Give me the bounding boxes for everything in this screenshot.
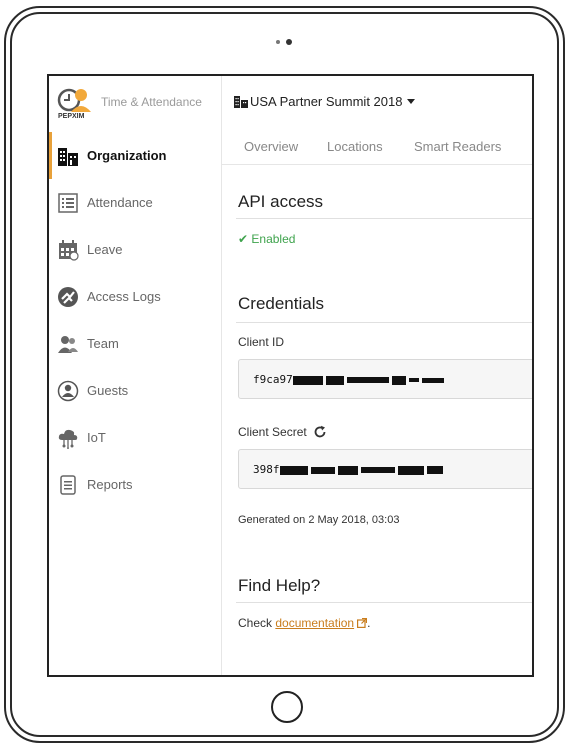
client-id-value: f9ca97 xyxy=(253,373,447,386)
external-link-icon[interactable] xyxy=(357,618,368,628)
client-secret-label: Client Secret xyxy=(238,425,307,439)
help-prefix: Check xyxy=(238,616,276,630)
sidebar-item-leave[interactable]: Leave xyxy=(49,226,221,273)
help-text: Check documentation. xyxy=(238,616,370,630)
calendar-icon xyxy=(57,239,79,261)
sidebar-item-organization[interactable]: Organization xyxy=(49,132,221,179)
brand[interactable]: PEPXIM Time & Attendance xyxy=(57,86,217,124)
tab-overview[interactable]: Overview xyxy=(244,139,298,154)
sidebar-item-attendance[interactable]: Attendance xyxy=(49,179,221,226)
building-icon xyxy=(57,145,79,167)
sidebar-item-reports[interactable]: Reports xyxy=(49,461,221,508)
list-icon xyxy=(57,192,79,214)
sidebar-nav: Organization Attendance Leave Access Log… xyxy=(49,132,221,508)
caret-down-icon xyxy=(407,98,416,104)
sidebar-item-access-logs[interactable]: Access Logs xyxy=(49,273,221,320)
sidebar-item-label: Team xyxy=(87,336,119,351)
app-title: Time & Attendance xyxy=(101,95,202,109)
event-selector[interactable]: USA Partner Summit 2018 xyxy=(234,94,416,109)
document-icon xyxy=(57,474,79,496)
tab-smart-readers[interactable]: Smart Readers xyxy=(414,139,501,154)
building-icon xyxy=(234,96,248,108)
sidebar-item-label: IoT xyxy=(87,430,106,445)
brand-name: PEPXIM xyxy=(58,113,85,120)
sidebar-item-guests[interactable]: Guests xyxy=(49,367,221,414)
credentials-title: Credentials xyxy=(238,294,324,313)
api-status: ✔ Enabled xyxy=(238,232,296,246)
client-secret-field[interactable]: 398f xyxy=(238,449,532,489)
refresh-icon[interactable] xyxy=(313,425,327,439)
sidebar-item-label: Leave xyxy=(87,242,123,257)
access-icon xyxy=(57,286,79,308)
sidebar-item-team[interactable]: Team xyxy=(49,320,221,367)
sidebar-item-iot[interactable]: IoT xyxy=(49,414,221,461)
app-screen: PEPXIM Time & Attendance Organization At… xyxy=(47,74,534,677)
client-secret-label-row: Client Secret xyxy=(238,425,327,439)
sidebar-item-label: Reports xyxy=(87,477,133,492)
divider xyxy=(236,602,532,603)
find-help-title: Find Help? xyxy=(238,576,321,595)
generated-timestamp: Generated on 2 May 2018, 03:03 xyxy=(238,514,400,526)
client-secret-value: 398f xyxy=(253,463,446,476)
divider xyxy=(236,218,532,219)
divider xyxy=(236,322,532,323)
documentation-link[interactable]: documentation xyxy=(275,616,354,630)
client-id-field[interactable]: f9ca97 xyxy=(238,359,532,399)
cloud-icon xyxy=(57,427,79,449)
event-name: USA Partner Summit 2018 xyxy=(250,94,403,109)
sidebar-item-label: Organization xyxy=(87,148,167,163)
topbar: USA Partner Summit 2018 xyxy=(222,76,532,120)
team-icon xyxy=(57,333,79,355)
guest-icon xyxy=(57,380,79,402)
sidebar-item-label: Guests xyxy=(87,383,129,398)
sidebar: PEPXIM Time & Attendance Organization At… xyxy=(49,76,222,675)
api-access-title: API access xyxy=(238,192,324,211)
sidebar-item-label: Access Logs xyxy=(87,289,161,304)
client-id-label: Client ID xyxy=(238,335,285,349)
camera-icon xyxy=(276,38,298,46)
help-suffix: . xyxy=(367,616,371,630)
home-button[interactable] xyxy=(271,691,303,723)
sidebar-item-label: Attendance xyxy=(87,195,153,210)
tab-bar: Overview Locations Smart Readers xyxy=(222,128,532,165)
tab-locations[interactable]: Locations xyxy=(327,139,383,154)
main-content: USA Partner Summit 2018 Overview Locatio… xyxy=(222,76,532,675)
